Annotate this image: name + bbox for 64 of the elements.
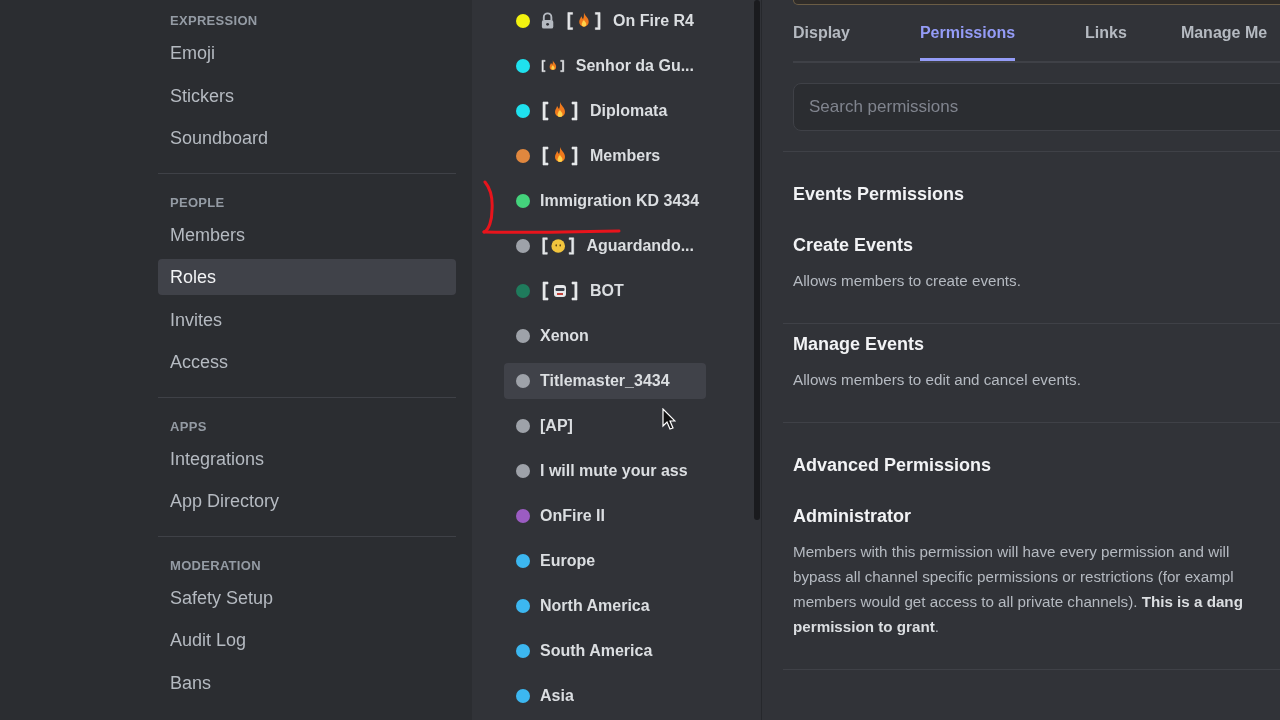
section-header: EXPRESSION [169, 12, 259, 30]
role-name: Aguardando... [586, 237, 694, 255]
role-row[interactable]: Titlemaster_3434 [504, 363, 706, 399]
permission-title: Administrator [793, 506, 912, 527]
role-row[interactable]: OnFire II [504, 498, 706, 534]
permission-description: Allows members to create events. [793, 271, 1022, 291]
tab[interactable]: Links [1085, 19, 1127, 61]
tab[interactable]: Permissions [919, 19, 1016, 61]
cursor-icon [662, 408, 676, 430]
role-row[interactable]: Asia [504, 678, 706, 714]
role-row[interactable]: Senhor da Gu... [504, 48, 706, 84]
role-name: On Fire R4 [613, 12, 694, 30]
sidebar-item[interactable]: Access [158, 344, 241, 380]
annotation-bracket [482, 180, 494, 234]
role-row[interactable]: BOT [504, 273, 706, 309]
sidebar-item[interactable]: Members [158, 216, 257, 253]
sidebar-item[interactable]: Stickers [158, 77, 246, 114]
role-name: BOT [590, 282, 624, 300]
role-name: North America [540, 597, 650, 615]
tab[interactable]: Display [793, 19, 850, 61]
sidebar-item[interactable]: Invites [158, 301, 235, 338]
role-name: South America [540, 642, 653, 660]
role-name: [AP] [540, 417, 573, 435]
sidebar-item[interactable]: Safety Setup [158, 579, 286, 616]
role-row[interactable]: [AP] [504, 408, 706, 444]
role-row[interactable]: Immigration KD 3434 [504, 183, 706, 219]
tab[interactable]: Manage Me [1180, 19, 1268, 61]
role-row[interactable]: I will mute your ass [504, 453, 706, 489]
role-name: Titlemaster_3434 [540, 372, 670, 390]
role-row[interactable]: Members [504, 138, 706, 174]
role-row[interactable]: Diplomata [504, 93, 706, 129]
permission-title: Manage Events [793, 334, 926, 355]
role-row[interactable]: North America [504, 588, 706, 624]
section-header: APPS [169, 417, 208, 436]
sidebar-item[interactable]: Soundboard [158, 120, 281, 156]
section-heading: Events Permissions [793, 183, 966, 206]
section-header: PEOPLE [169, 193, 226, 212]
role-row[interactable]: Aguardando... [504, 228, 706, 264]
permission-title: Create Events [793, 235, 915, 256]
section-header: MODERATION [169, 556, 262, 575]
scrollbar[interactable] [754, 0, 760, 520]
permission-description: Members with this permission will have every permission and will bypass all channel specific permissions or restrictions (for exampl members would get access to all private channels). This is a dang permission to grant. [793, 542, 1244, 637]
role-name: OnFire II [540, 507, 605, 525]
role-name: Xenon [540, 327, 589, 345]
role-name: Senhor da Gu... [575, 57, 694, 75]
role-name: Europe [540, 552, 596, 570]
sidebar-item[interactable]: Emoji [158, 35, 227, 71]
sidebar-item[interactable]: Bans [158, 664, 224, 701]
role-name: Members [590, 147, 661, 165]
role-name: I will mute your ass [540, 462, 688, 480]
role-name: Immigration KD 3434 [540, 192, 700, 210]
section-heading: Advanced Permissions [793, 454, 993, 477]
role-row[interactable]: South America [504, 633, 706, 669]
role-row[interactable]: Xenon [504, 318, 706, 354]
sidebar-item[interactable]: App Directory [158, 483, 292, 519]
role-name: Diplomata [590, 102, 668, 120]
sidebar-item[interactable]: Roles [158, 259, 456, 295]
permission-description: Allows members to edit and cancel events. [793, 370, 1082, 390]
role-name: Asia [540, 687, 574, 705]
search-field[interactable]: Search permissions [793, 83, 1280, 131]
sidebar-item[interactable]: Audit Log [158, 622, 259, 658]
role-row[interactable]: On Fire R4 [504, 3, 706, 39]
sidebar-item[interactable]: Integrations [158, 440, 277, 477]
role-row[interactable]: Europe [504, 543, 706, 579]
